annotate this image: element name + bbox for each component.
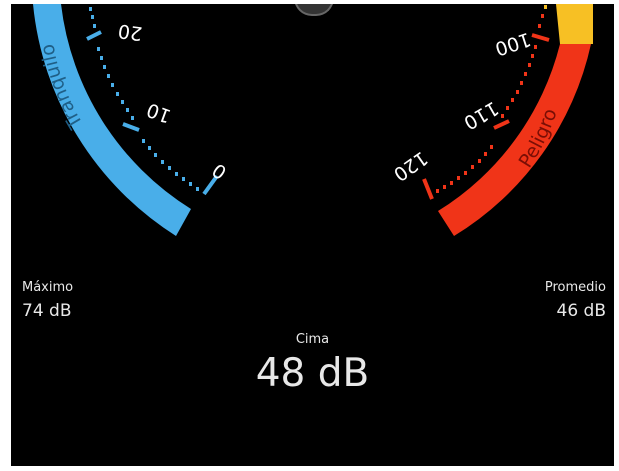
max-value: 74 dB <box>22 301 72 321</box>
peak-label: Cima <box>295 332 330 347</box>
decibel-meter-screen: Tranquilo Peligro 0 10 20 100 110 120 Má… <box>11 4 614 466</box>
danger-zone-band <box>438 44 591 236</box>
tick-major-120 <box>422 178 434 200</box>
tick-major-100 <box>531 33 550 42</box>
average-stat: Promedio 46 dB <box>545 280 606 321</box>
average-value: 46 dB <box>556 301 607 321</box>
tick-major-10 <box>122 122 140 132</box>
average-label: Promedio <box>544 280 606 295</box>
tick-label-100: 100 <box>492 28 533 60</box>
max-label: Máximo <box>22 280 74 295</box>
peak-stat: Cima 48 dB <box>11 332 614 396</box>
peak-value: 48 dB <box>255 351 370 396</box>
tick-label-20: 20 <box>117 19 144 44</box>
tick-major-20 <box>86 30 102 41</box>
decibel-gauge: Tranquilo Peligro 0 10 20 100 110 120 <box>33 4 593 236</box>
tick-label-10: 10 <box>144 98 174 127</box>
right-minor-ticks-top <box>544 5 547 9</box>
max-stat: Máximo 74 dB <box>22 280 73 321</box>
warning-zone-band <box>556 4 593 44</box>
tick-major-110 <box>493 119 510 130</box>
tick-label-0: 0 <box>208 158 231 183</box>
